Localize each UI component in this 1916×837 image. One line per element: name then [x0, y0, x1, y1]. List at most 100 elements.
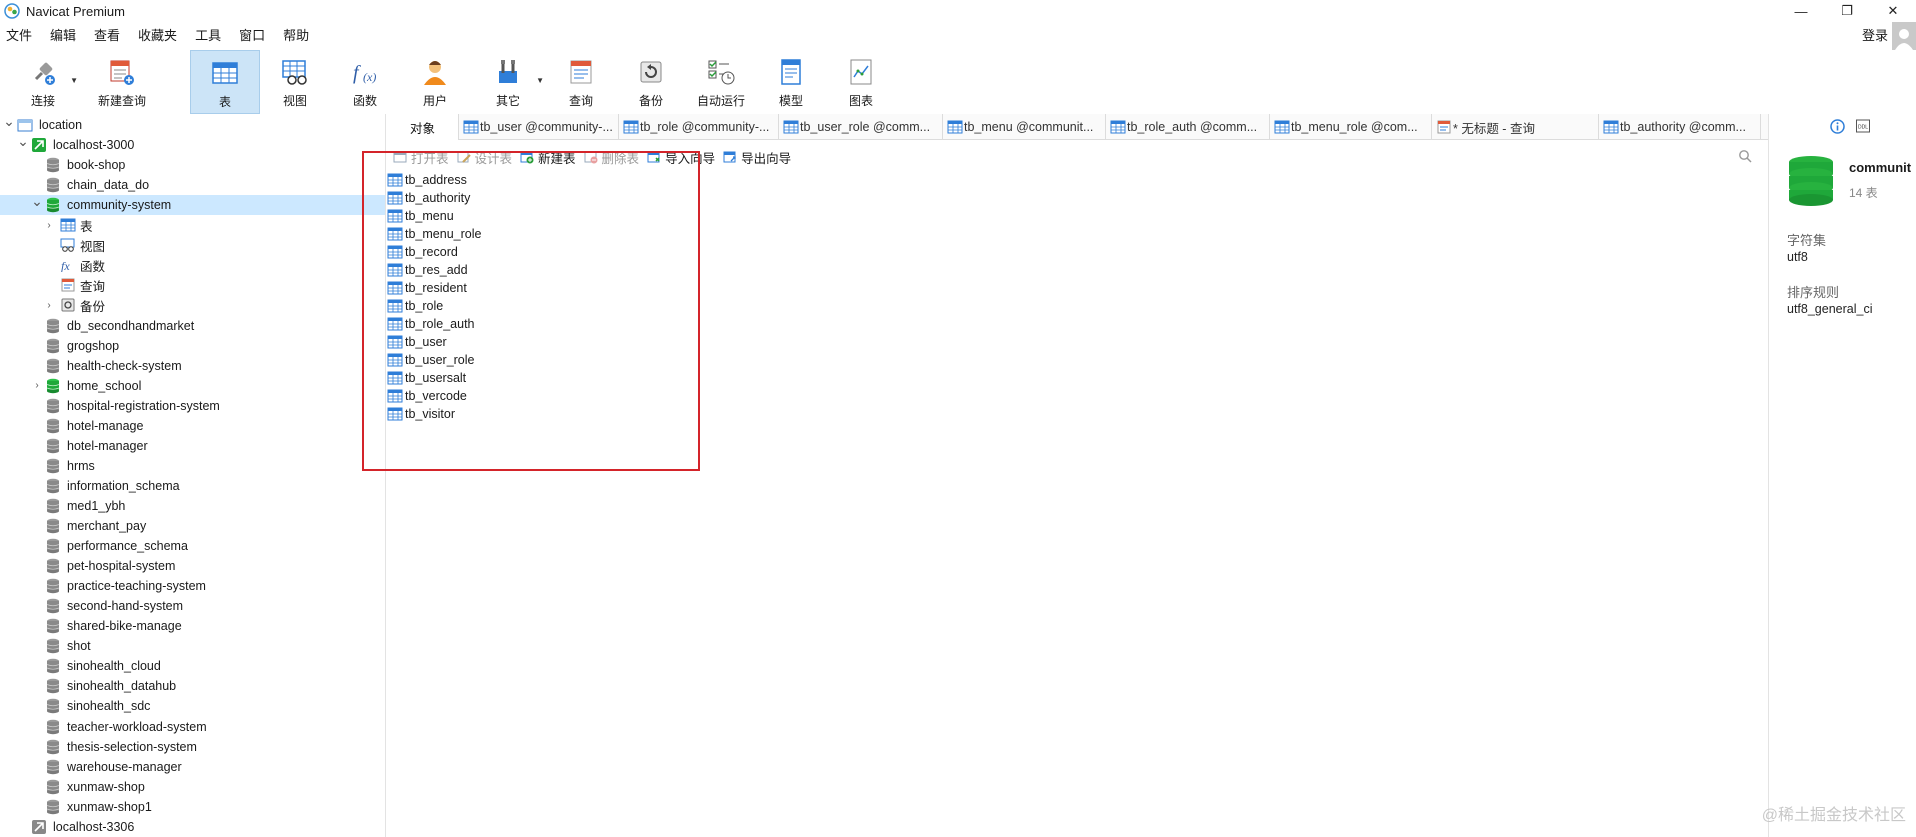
- restore-button[interactable]: ❐: [1824, 0, 1870, 22]
- tree-item[interactable]: xunmaw-shop1: [0, 797, 385, 817]
- table-list-item[interactable]: tb_address: [387, 171, 467, 189]
- tree-item[interactable]: ⌄ community-system: [0, 193, 385, 216]
- tree-item[interactable]: sinohealth_sdc: [0, 696, 385, 716]
- document-tab[interactable]: tb_user @community-...: [459, 114, 619, 140]
- tree-item[interactable]: hotel-manage: [0, 416, 385, 436]
- tree-item[interactable]: warehouse-manager: [0, 757, 385, 777]
- menu-file[interactable]: 文件: [0, 24, 41, 48]
- login-link[interactable]: 登录: [1862, 24, 1888, 48]
- toolbar-user-button[interactable]: 用户: [400, 50, 470, 114]
- tree-item[interactable]: › 表: [0, 215, 385, 235]
- tree-item[interactable]: localhost-3306: [0, 817, 385, 837]
- tree-item[interactable]: db_secondhandmarket: [0, 316, 385, 336]
- delete-table-button[interactable]: 删除表: [584, 148, 639, 167]
- tree-item[interactable]: hotel-manager: [0, 436, 385, 456]
- toolbar-new-query-button[interactable]: 新建查询: [80, 50, 164, 114]
- menu-view[interactable]: 查看: [85, 24, 129, 48]
- open-table-button[interactable]: 打开表: [393, 148, 449, 167]
- tree-item[interactable]: shared-bike-manage: [0, 616, 385, 636]
- search-icon[interactable]: [1738, 149, 1752, 166]
- chevron-right-icon[interactable]: ›: [43, 299, 55, 311]
- tree-item[interactable]: pet-hospital-system: [0, 556, 385, 576]
- tree-item[interactable]: chain_data_do: [0, 175, 385, 195]
- table-list-item[interactable]: tb_user: [387, 333, 447, 351]
- tree-item[interactable]: shot: [0, 636, 385, 656]
- tree-item[interactable]: ⌄ location: [0, 114, 385, 135]
- tree-item[interactable]: merchant_pay: [0, 516, 385, 536]
- chevron-down-icon[interactable]: ⌄: [3, 114, 15, 129]
- tree-item[interactable]: information_schema: [0, 476, 385, 496]
- chevron-right-icon[interactable]: ›: [43, 219, 55, 231]
- table-list-item[interactable]: tb_authority: [387, 189, 470, 207]
- tree-item[interactable]: hospital-registration-system: [0, 396, 385, 416]
- menu-favorites[interactable]: 收藏夹: [129, 24, 186, 48]
- document-tab[interactable]: tb_role_auth @comm...: [1106, 114, 1270, 140]
- tree-item[interactable]: › 备份: [0, 295, 385, 315]
- menu-window[interactable]: 窗口: [230, 24, 274, 48]
- tree-item[interactable]: second-hand-system: [0, 596, 385, 616]
- tree-item[interactable]: sinohealth_datahub: [0, 676, 385, 696]
- chevron-right-icon[interactable]: ›: [31, 380, 43, 392]
- ddl-icon[interactable]: DDL: [1855, 118, 1871, 134]
- tree-item[interactable]: practice-teaching-system: [0, 576, 385, 596]
- toolbar-other-button[interactable]: 其它 ▼: [470, 50, 546, 114]
- document-tab[interactable]: * 无标题 - 查询: [1432, 114, 1599, 140]
- table-list-item[interactable]: tb_menu_role: [387, 225, 481, 243]
- avatar[interactable]: [1892, 22, 1916, 50]
- table-list-item[interactable]: tb_user_role: [387, 351, 475, 369]
- info-icon[interactable]: [1829, 118, 1845, 134]
- toolbar-query-button[interactable]: 查询: [546, 50, 616, 114]
- toolbar-connect-button[interactable]: 连接 ▼: [6, 50, 80, 114]
- document-tab[interactable]: tb_menu @communit...: [943, 114, 1106, 140]
- toolbar-chart-button[interactable]: 图表: [826, 50, 896, 114]
- tree-item[interactable]: 查询: [0, 275, 385, 295]
- table-list-item[interactable]: tb_usersalt: [387, 369, 466, 387]
- toolbar-function-button[interactable]: f (x) 函数: [330, 50, 400, 114]
- tree-item[interactable]: performance_schema: [0, 536, 385, 556]
- menu-help[interactable]: 帮助: [274, 24, 318, 48]
- menu-edit[interactable]: 编辑: [41, 24, 85, 48]
- tree-item[interactable]: xunmaw-shop: [0, 777, 385, 797]
- toolbar-view-button[interactable]: 视图: [260, 50, 330, 114]
- tree-item[interactable]: hrms: [0, 456, 385, 476]
- tree-item[interactable]: health-check-system: [0, 356, 385, 376]
- minimize-button[interactable]: —: [1778, 0, 1824, 22]
- tree-item[interactable]: thesis-selection-system: [0, 737, 385, 757]
- chevron-down-icon[interactable]: ▼: [536, 76, 544, 85]
- export-wizard-button[interactable]: 导出向导: [723, 148, 791, 167]
- tree-item[interactable]: fx 函数: [0, 255, 385, 275]
- document-tab[interactable]: tb_role @community-...: [619, 114, 779, 140]
- table-list-item[interactable]: tb_res_add: [387, 261, 468, 279]
- toolbar-table-button[interactable]: 表: [190, 50, 260, 114]
- table-list-item[interactable]: tb_visitor: [387, 405, 455, 423]
- new-table-button[interactable]: 新建表: [520, 148, 576, 167]
- import-wizard-button[interactable]: 导入向导: [647, 148, 715, 167]
- table-list-item[interactable]: tb_role: [387, 297, 443, 315]
- tree-item[interactable]: med1_ybh: [0, 496, 385, 516]
- chevron-down-icon[interactable]: ▼: [70, 76, 78, 85]
- tree-item[interactable]: grogshop: [0, 336, 385, 356]
- chevron-down-icon[interactable]: ⌄: [17, 133, 29, 149]
- menu-tools[interactable]: 工具: [186, 24, 230, 48]
- table-list-item[interactable]: tb_record: [387, 243, 458, 261]
- tab-objects[interactable]: 对象: [387, 114, 459, 140]
- tree-item[interactable]: sinohealth_cloud: [0, 656, 385, 676]
- design-table-button[interactable]: 设计表: [457, 148, 512, 167]
- document-tab[interactable]: tb_user_role @comm...: [779, 114, 943, 140]
- toolbar-model-button[interactable]: 模型: [756, 50, 826, 114]
- tree-item[interactable]: 视图: [0, 235, 385, 255]
- chevron-down-icon[interactable]: ⌄: [31, 193, 43, 209]
- toolbar-backup-button[interactable]: 备份: [616, 50, 686, 114]
- tree-item[interactable]: book-shop: [0, 155, 385, 175]
- table-list-item[interactable]: tb_role_auth: [387, 315, 475, 333]
- tree-item[interactable]: ⌄ localhost-3000: [0, 133, 385, 155]
- close-button[interactable]: ✕: [1870, 0, 1916, 22]
- document-tab[interactable]: tb_menu_role @com...: [1270, 114, 1432, 140]
- tree-item[interactable]: › home_school: [0, 376, 385, 396]
- document-tab[interactable]: tb_authority @comm...: [1599, 114, 1761, 140]
- table-list-item[interactable]: tb_vercode: [387, 387, 467, 405]
- tree-item[interactable]: teacher-workload-system: [0, 717, 385, 737]
- toolbar-schedule-button[interactable]: 自动运行: [686, 50, 756, 114]
- table-list-item[interactable]: tb_menu: [387, 207, 454, 225]
- table-list-item[interactable]: tb_resident: [387, 279, 467, 297]
